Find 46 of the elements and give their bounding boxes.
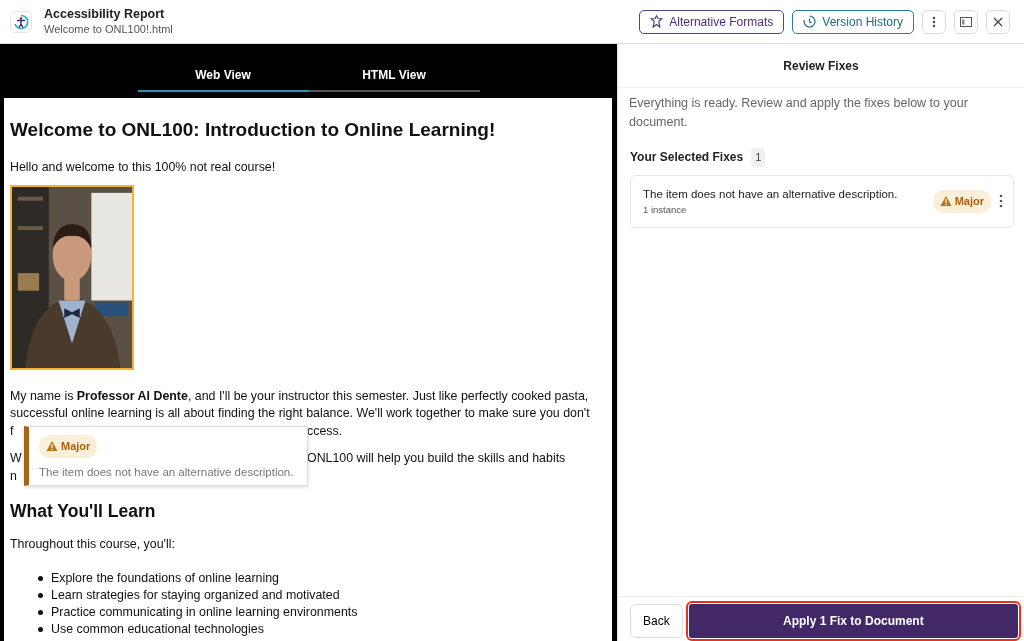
- issue-message: The item does not have an alternative description.: [39, 465, 295, 480]
- section-heading: What You'll Learn: [10, 501, 157, 522]
- instance-count: 1 instance: [643, 202, 688, 217]
- text-fragment: f: [10, 422, 14, 440]
- more-icon: [999, 194, 1003, 209]
- clock-icon: [803, 15, 817, 28]
- instructions-text: Everything is ready. Review and apply the fixes below to your document.: [628, 95, 969, 131]
- more-icon: [932, 15, 936, 28]
- bullet-icon: [38, 575, 43, 581]
- close-icon: [993, 16, 1003, 27]
- section-title: Your Selected Fixes: [630, 149, 744, 167]
- list-item: Practice communicating in online learning environments: [51, 603, 358, 621]
- view-tab[interactable]: HTML View: [308, 60, 480, 92]
- bullet-icon: [38, 592, 43, 598]
- panel-button[interactable]: [954, 9, 978, 34]
- list-intro: Throughout this course, you'll:: [10, 536, 176, 553]
- list-item: Explore the foundations of online learning: [51, 569, 279, 587]
- file-name: Welcome to ONL100!.html: [44, 22, 173, 36]
- text-fragment: W: [10, 450, 22, 467]
- version-history-button[interactable]: Version History: [792, 9, 914, 34]
- fix-message: The item does not have an alternative description.: [643, 186, 899, 202]
- back-button[interactable]: Back: [630, 604, 683, 638]
- page-heading: Welcome to ONL100: Introduction to Online Learning!: [10, 118, 497, 142]
- paragraph-line: successful online learning is all about finding the right balance. We'll work together to make sure you don't: [10, 405, 591, 422]
- apply-button[interactable]: Apply 1 Fix to Document: [688, 604, 1018, 638]
- severity-badge: Major: [932, 190, 991, 213]
- bullet-icon: [38, 626, 43, 632]
- text-fragment: ONL100 will help you build the skills and habits: [307, 450, 566, 467]
- view-tab[interactable]: Web View: [137, 60, 309, 92]
- panel-icon: [960, 16, 972, 27]
- severity-badge: Major: [39, 434, 98, 458]
- more-button[interactable]: [999, 194, 1003, 209]
- warning-icon: [939, 195, 952, 208]
- bullet-icon: [38, 609, 43, 615]
- list-item: Learn strategies for staying organized and motivated: [51, 586, 340, 604]
- paragraph-line: My name is Professor Al Dente, and I'll be your instructor this semester. Just like perfectly cooked pasta,: [10, 387, 590, 405]
- intro-text: Hello and welcome to this 100% not real course!: [10, 159, 277, 176]
- text-fragment: n: [10, 467, 17, 485]
- app-title: Accessibility Report: [44, 7, 166, 22]
- warning-icon: [46, 440, 58, 453]
- panel-title: Review Fixes: [618, 44, 1024, 88]
- alternative-formats-button[interactable]: Alternative Formats: [639, 9, 785, 34]
- count-badge: 1: [751, 148, 766, 167]
- text-fragment: ccess.: [307, 422, 343, 440]
- close-button[interactable]: [986, 9, 1010, 34]
- list-item: Use common educational technologies: [51, 620, 264, 638]
